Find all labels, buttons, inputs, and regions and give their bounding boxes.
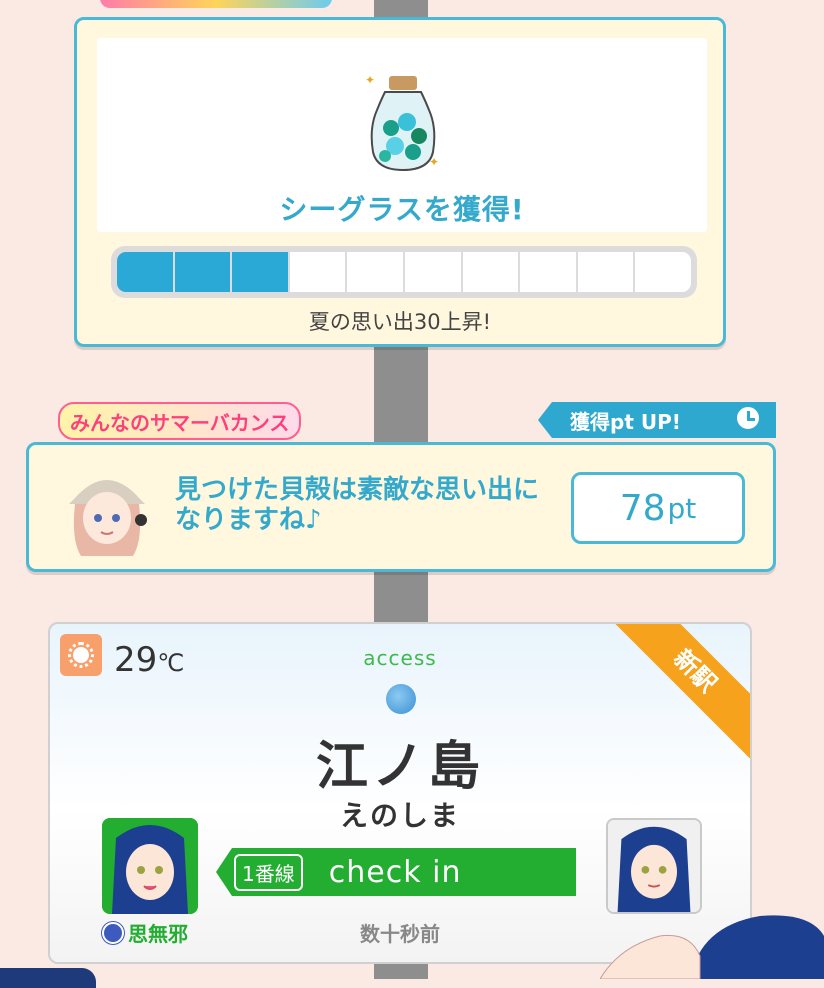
progress-segment: [635, 252, 691, 292]
memory-progress-bar: [111, 246, 697, 298]
reward-inner-panel: ✦ ✦ シーグラスを獲得!: [97, 38, 707, 232]
owner-avatar[interactable]: [102, 818, 198, 914]
event-logo-cropped: [100, 0, 332, 8]
platform-badge: 1番線: [234, 853, 303, 891]
points-unit: pt: [667, 491, 697, 525]
water-drop-icon: [386, 684, 416, 714]
message-card: 見つけた貝殻は素敵な思い出になりますね♪ 78 pt: [26, 442, 776, 572]
sea-glass-jar-icon: ✦ ✦: [365, 73, 439, 172]
progress-segment: [347, 252, 403, 292]
event-logo: みんなのサマーバカンス: [58, 402, 302, 440]
character-portrait: [61, 460, 153, 556]
progress-caption: 夏の思い出30上昇!: [308, 310, 492, 334]
visitor-avatar[interactable]: [606, 818, 702, 914]
points-value: 78: [619, 487, 666, 529]
progress-segment: [232, 252, 288, 292]
progress-segment: [117, 252, 173, 292]
clock-icon: [734, 404, 762, 432]
station-name: 江ノ島: [315, 737, 484, 797]
progress-segment: [462, 252, 519, 292]
reward-card: ✦ ✦ シーグラスを獲得! 夏の思い出30上昇!: [74, 17, 726, 347]
character-hand-overlay: [600, 915, 824, 979]
menu-tab-cropped[interactable]: [0, 968, 96, 988]
message-text: 見つけた貝殻は素敵な思い出になりますね♪: [175, 475, 540, 535]
points-box: 78 pt: [571, 472, 745, 544]
progress-segment: [289, 252, 346, 292]
progress-segment: [520, 252, 576, 292]
progress-segment: [577, 252, 634, 292]
progress-segment: [404, 252, 461, 292]
progress-segment: [174, 252, 231, 292]
reward-title: シーグラスを獲得!: [279, 193, 525, 226]
svg-text:✦: ✦: [365, 73, 375, 87]
check-in-label: check in: [328, 854, 462, 890]
pt-up-banner[interactable]: 獲得pt UP!: [538, 402, 776, 438]
svg-text:✦: ✦: [429, 155, 439, 169]
pt-up-label: 獲得pt UP!: [570, 409, 681, 434]
check-in-button[interactable]: 1番線 check in: [216, 848, 576, 896]
